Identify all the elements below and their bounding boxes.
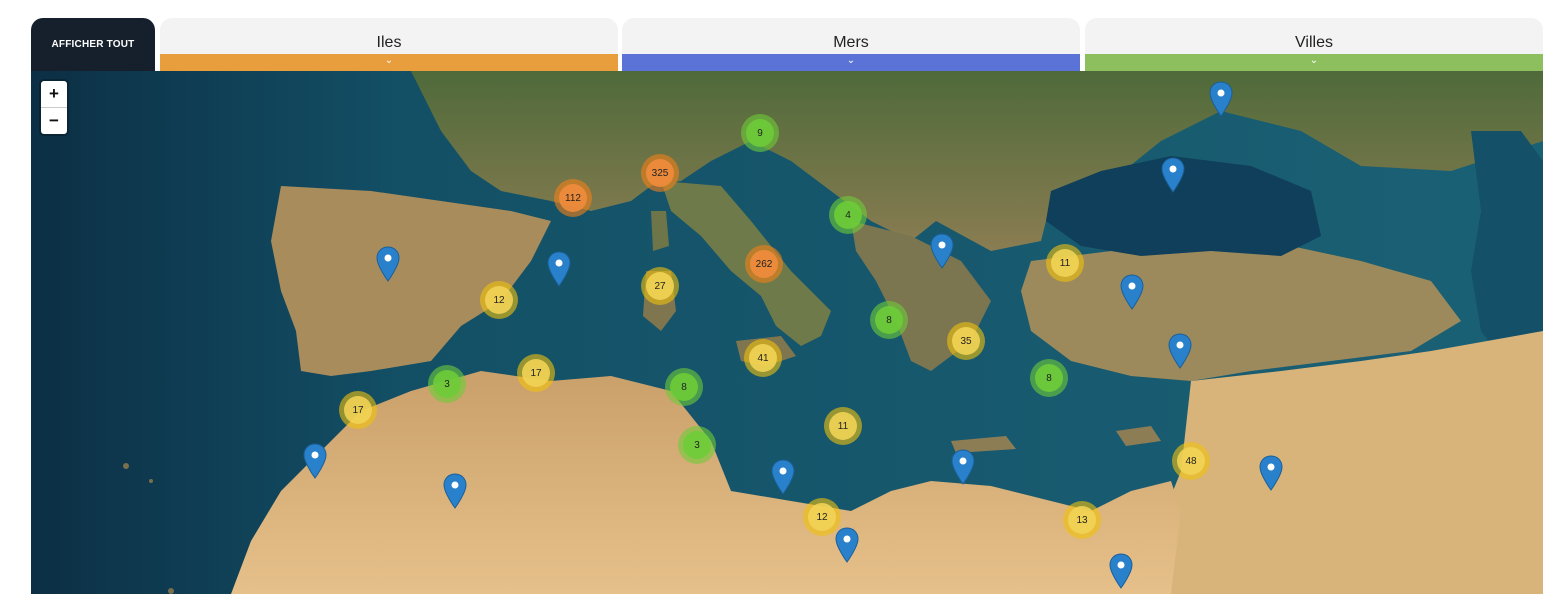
satellite-basemap xyxy=(31,71,1543,594)
marker-cluster[interactable]: 3 xyxy=(678,426,716,464)
location-pin-icon[interactable] xyxy=(443,473,467,509)
cluster-count: 3 xyxy=(683,431,711,459)
tab-iles[interactable]: Iles ⌄ xyxy=(160,18,618,71)
cluster-count: 112 xyxy=(559,184,587,212)
location-pin-icon[interactable] xyxy=(1161,157,1185,193)
cluster-count: 48 xyxy=(1177,447,1205,475)
marker-cluster[interactable]: 17 xyxy=(517,354,555,392)
cluster-count: 262 xyxy=(750,250,778,278)
tab-mers-color-bar: ⌄ xyxy=(622,54,1080,71)
marker-cluster[interactable]: 41 xyxy=(744,339,782,377)
marker-cluster[interactable]: 17 xyxy=(339,391,377,429)
show-all-tab[interactable]: AFFICHER TOUT xyxy=(31,18,155,71)
tab-villes-color-bar: ⌄ xyxy=(1085,54,1543,71)
marker-cluster[interactable]: 112 xyxy=(554,179,592,217)
cluster-count: 13 xyxy=(1068,506,1096,534)
marker-cluster[interactable]: 262 xyxy=(745,245,783,283)
marker-cluster[interactable]: 35 xyxy=(947,322,985,360)
tab-mers-label: Mers xyxy=(833,34,869,51)
chevron-down-icon: ⌄ xyxy=(846,55,856,66)
marker-cluster[interactable]: 325 xyxy=(641,154,679,192)
location-pin-icon[interactable] xyxy=(547,251,571,287)
location-pin-icon[interactable] xyxy=(376,246,400,282)
cluster-count: 3 xyxy=(433,370,461,398)
cluster-count: 35 xyxy=(952,327,980,355)
cluster-count: 11 xyxy=(829,412,857,440)
location-pin-icon[interactable] xyxy=(1120,274,1144,310)
marker-cluster[interactable]: 27 xyxy=(641,267,679,305)
category-tabs: AFFICHER TOUT Iles ⌄ Mers ⌄ Villes ⌄ xyxy=(31,18,1543,71)
zoom-out-button[interactable]: − xyxy=(41,107,67,134)
zoom-control: + − xyxy=(41,81,67,134)
cluster-count: 12 xyxy=(485,286,513,314)
location-pin-icon[interactable] xyxy=(1259,455,1283,491)
cluster-count: 27 xyxy=(646,272,674,300)
marker-cluster[interactable]: 48 xyxy=(1172,442,1210,480)
map-view[interactable]: + − 9 325 112 4 262 27 12 11 8 35 41 3 17 8 17 8 11 3 48 12… xyxy=(31,71,1543,594)
cluster-count: 17 xyxy=(344,396,372,424)
zoom-in-button[interactable]: + xyxy=(41,81,67,107)
location-pin-icon[interactable] xyxy=(303,443,327,479)
cluster-count: 8 xyxy=(875,306,903,334)
location-pin-icon[interactable] xyxy=(835,527,859,563)
cluster-count: 9 xyxy=(746,119,774,147)
marker-cluster[interactable]: 12 xyxy=(480,281,518,319)
cluster-count: 8 xyxy=(670,373,698,401)
marker-cluster[interactable]: 11 xyxy=(824,407,862,445)
tab-iles-color-bar: ⌄ xyxy=(160,54,618,71)
cluster-count: 4 xyxy=(834,201,862,229)
marker-cluster[interactable]: 3 xyxy=(428,365,466,403)
marker-cluster[interactable]: 8 xyxy=(1030,359,1068,397)
chevron-down-icon: ⌄ xyxy=(1309,55,1319,66)
location-pin-icon[interactable] xyxy=(1109,553,1133,589)
marker-cluster[interactable]: 4 xyxy=(829,196,867,234)
cluster-count: 41 xyxy=(749,344,777,372)
tab-villes[interactable]: Villes ⌄ xyxy=(1085,18,1543,71)
cluster-count: 8 xyxy=(1035,364,1063,392)
marker-cluster[interactable]: 8 xyxy=(665,368,703,406)
cluster-count: 12 xyxy=(808,503,836,531)
marker-cluster[interactable]: 9 xyxy=(741,114,779,152)
location-pin-icon[interactable] xyxy=(951,449,975,485)
tab-mers[interactable]: Mers ⌄ xyxy=(622,18,1080,71)
marker-cluster[interactable]: 13 xyxy=(1063,501,1101,539)
cluster-count: 325 xyxy=(646,159,674,187)
cluster-count: 17 xyxy=(522,359,550,387)
tab-iles-label: Iles xyxy=(376,34,402,51)
chevron-down-icon: ⌄ xyxy=(384,55,394,66)
location-pin-icon[interactable] xyxy=(1209,81,1233,117)
location-pin-icon[interactable] xyxy=(771,459,795,495)
marker-cluster[interactable]: 11 xyxy=(1046,244,1084,282)
marker-cluster[interactable]: 8 xyxy=(870,301,908,339)
cluster-count: 11 xyxy=(1051,249,1079,277)
tab-villes-label: Villes xyxy=(1295,34,1333,51)
location-pin-icon[interactable] xyxy=(1168,333,1192,369)
location-pin-icon[interactable] xyxy=(930,233,954,269)
